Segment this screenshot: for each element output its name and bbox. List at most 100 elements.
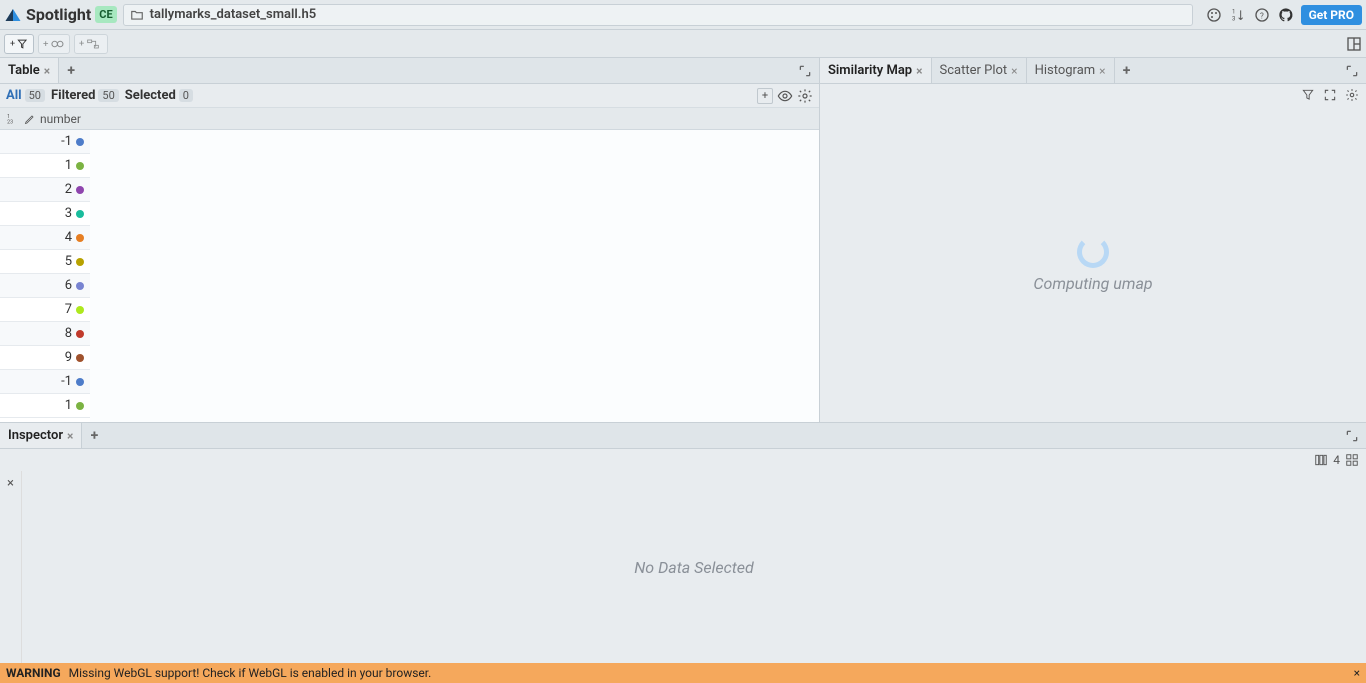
left-tabs: Table × + bbox=[0, 58, 819, 84]
inspector-tabs: Inspector × + bbox=[0, 423, 1366, 449]
cell-value: 2 bbox=[65, 182, 72, 197]
cell-value: 3 bbox=[65, 206, 72, 221]
add-tab-button[interactable]: + bbox=[1115, 58, 1139, 83]
tab-histogram[interactable]: Histogram × bbox=[1027, 58, 1115, 83]
edit-icon[interactable] bbox=[24, 113, 36, 125]
tab-inspector[interactable]: Inspector × bbox=[0, 423, 82, 448]
expand-icon[interactable] bbox=[1344, 428, 1360, 444]
right-tabs: Similarity Map × Scatter Plot × Histogra… bbox=[820, 58, 1366, 84]
inspector-empty-text: No Data Selected bbox=[634, 558, 754, 577]
file-path-field[interactable]: tallymarks_dataset_small.h5 bbox=[123, 4, 1193, 26]
toolbar: + + + bbox=[0, 30, 1366, 58]
sort-numeric-icon[interactable]: 13 bbox=[1229, 6, 1247, 24]
tab-scatter-plot[interactable]: Scatter Plot × bbox=[932, 58, 1027, 83]
close-icon[interactable]: × bbox=[1011, 64, 1017, 78]
color-dot-icon bbox=[76, 306, 84, 314]
cell-value: 4 bbox=[65, 230, 72, 245]
filter-selected-label: Selected bbox=[125, 88, 176, 103]
loading-text: Computing umap bbox=[1033, 274, 1152, 293]
filter-filtered-label: Filtered bbox=[51, 88, 95, 103]
table-row[interactable]: 4 bbox=[0, 226, 90, 250]
add-flow-button: + bbox=[74, 34, 108, 54]
header-right: 13 ? Get PRO bbox=[1205, 5, 1362, 25]
layout-icon[interactable] bbox=[1346, 36, 1362, 52]
file-path-text: tallymarks_dataset_small.h5 bbox=[150, 7, 316, 22]
inspector-sidebar: × bbox=[0, 471, 22, 663]
svg-text:1: 1 bbox=[1232, 8, 1235, 15]
add-column-icon[interactable]: + bbox=[757, 88, 773, 104]
tab-table[interactable]: Table × bbox=[0, 58, 59, 83]
svg-text:23: 23 bbox=[7, 119, 13, 125]
grid-icon[interactable] bbox=[1344, 452, 1360, 468]
table-row[interactable]: 5 bbox=[0, 250, 90, 274]
svg-text:1: 1 bbox=[7, 113, 10, 119]
table-row[interactable]: 1 bbox=[0, 394, 90, 418]
fullscreen-icon[interactable] bbox=[1322, 87, 1338, 103]
table-row[interactable]: 9 bbox=[0, 346, 90, 370]
color-dot-icon bbox=[76, 234, 84, 242]
spinner-icon bbox=[1077, 236, 1109, 268]
get-pro-button[interactable]: Get PRO bbox=[1301, 5, 1362, 25]
table-row[interactable]: 1 bbox=[0, 154, 90, 178]
columns-icon[interactable] bbox=[1313, 452, 1329, 468]
color-dot-icon bbox=[76, 258, 84, 266]
table-row[interactable]: 2 bbox=[0, 178, 90, 202]
table-row[interactable]: 7 bbox=[0, 298, 90, 322]
add-filter-button[interactable]: + bbox=[4, 34, 34, 54]
map-loading: Computing umap bbox=[820, 106, 1366, 422]
filter-icon[interactable] bbox=[1300, 87, 1316, 103]
svg-text:?: ? bbox=[1260, 11, 1264, 20]
folder-icon bbox=[130, 8, 144, 22]
tab-label: Inspector bbox=[8, 428, 63, 443]
table-row[interactable]: -1 bbox=[0, 370, 90, 394]
filter-selected[interactable]: Selected 0 bbox=[125, 88, 193, 103]
column-header-row: 123 number bbox=[0, 108, 819, 130]
color-dot-icon bbox=[76, 282, 84, 290]
warning-bar: WARNING Missing WebGL support! Check if … bbox=[0, 663, 1366, 683]
table-row[interactable]: -1 bbox=[0, 130, 90, 154]
palette-icon[interactable] bbox=[1205, 6, 1223, 24]
app-header: Spotlight CE tallymarks_dataset_small.h5… bbox=[0, 0, 1366, 30]
warning-label: WARNING bbox=[6, 666, 61, 680]
cell-value: 1 bbox=[65, 398, 72, 413]
inspector-empty: No Data Selected bbox=[22, 471, 1366, 663]
filter-all-count: 50 bbox=[25, 89, 45, 102]
cell-value: -1 bbox=[61, 134, 72, 149]
table-row[interactable]: 8 bbox=[0, 322, 90, 346]
github-icon[interactable] bbox=[1277, 6, 1295, 24]
filter-filtered-count: 50 bbox=[98, 89, 118, 102]
table-row[interactable]: 3 bbox=[0, 202, 90, 226]
similarity-map-panel: Computing umap bbox=[820, 106, 1366, 422]
close-icon[interactable]: × bbox=[916, 64, 922, 78]
tab-similarity-map[interactable]: Similarity Map × bbox=[820, 58, 932, 83]
cell-value: 5 bbox=[65, 254, 72, 269]
close-icon[interactable]: × bbox=[1354, 666, 1360, 680]
help-icon[interactable]: ? bbox=[1253, 6, 1271, 24]
visibility-icon[interactable] bbox=[777, 88, 793, 104]
cell-value: 9 bbox=[65, 350, 72, 365]
table-body: -1 1 2 3 4 5 6 7 8 9 -1 1 bbox=[0, 130, 819, 422]
filter-filtered[interactable]: Filtered 50 bbox=[51, 88, 119, 103]
inspector-toolbar: 4 bbox=[0, 449, 1366, 471]
close-icon[interactable]: × bbox=[3, 475, 19, 491]
close-icon[interactable]: × bbox=[67, 429, 73, 443]
color-dot-icon bbox=[76, 210, 84, 218]
color-dot-icon bbox=[76, 138, 84, 146]
close-icon[interactable]: × bbox=[44, 64, 50, 78]
settings-icon[interactable] bbox=[1344, 87, 1360, 103]
settings-icon[interactable] bbox=[797, 88, 813, 104]
filter-all[interactable]: All 50 bbox=[6, 88, 45, 103]
close-icon[interactable]: × bbox=[1099, 64, 1105, 78]
add-tab-button[interactable]: + bbox=[59, 58, 83, 83]
add-tab-button[interactable]: + bbox=[82, 423, 106, 448]
expand-icon[interactable] bbox=[1344, 63, 1360, 79]
app-logo: Spotlight CE bbox=[4, 5, 117, 24]
expand-icon[interactable] bbox=[797, 63, 813, 79]
tab-label: Histogram bbox=[1035, 63, 1096, 78]
inspector-body: × No Data Selected bbox=[0, 471, 1366, 663]
cell-value: 7 bbox=[65, 302, 72, 317]
filter-row: All 50 Filtered 50 Selected 0 + bbox=[0, 84, 819, 108]
table-row[interactable]: 6 bbox=[0, 274, 90, 298]
numeric-type-icon: 123 bbox=[6, 112, 20, 126]
column-name[interactable]: number bbox=[40, 112, 81, 126]
